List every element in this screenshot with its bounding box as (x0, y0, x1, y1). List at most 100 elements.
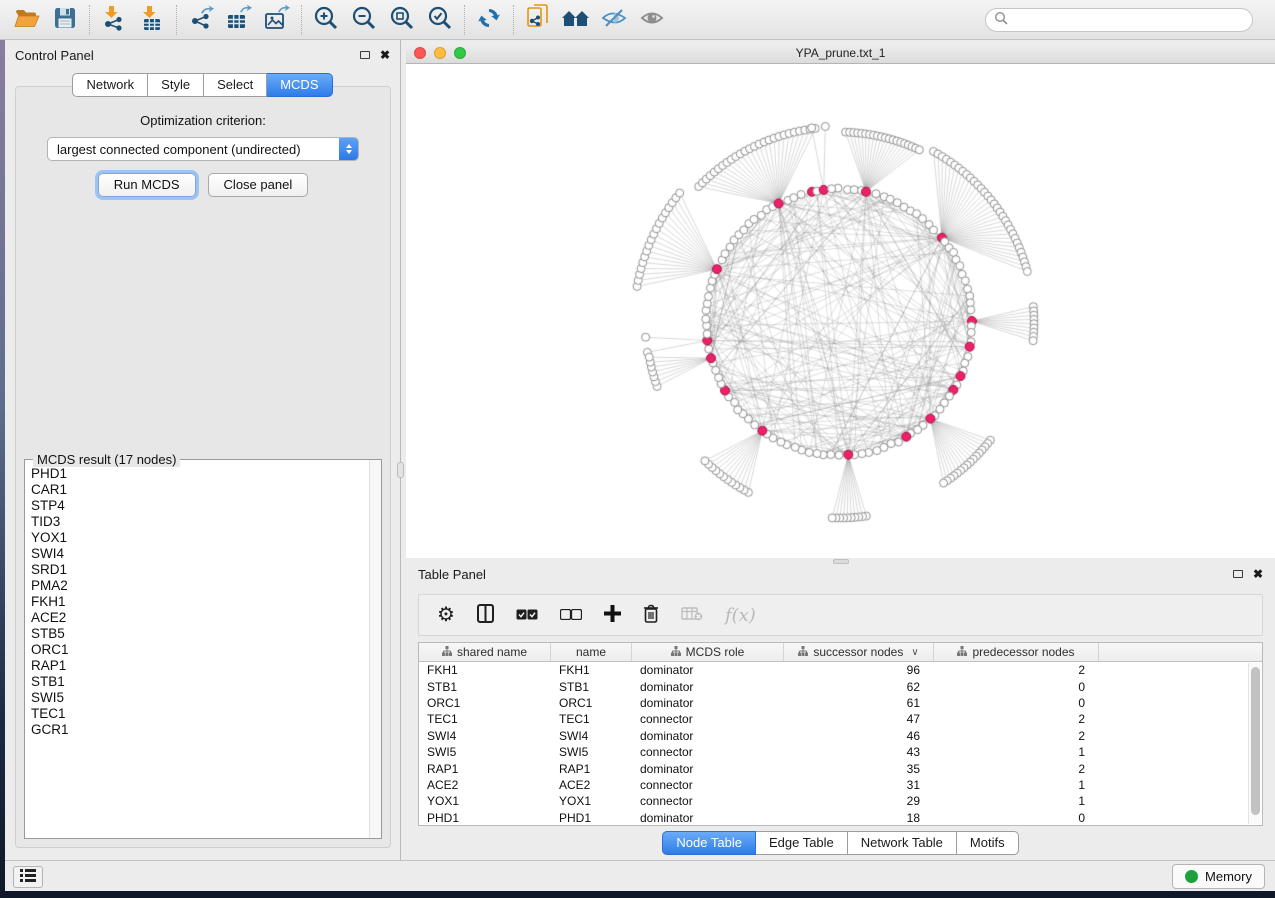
result-node-item[interactable]: PHD1 (31, 466, 369, 482)
network-window-titlebar[interactable]: YPA_prune.txt_1 (406, 42, 1275, 64)
refresh-button[interactable] (470, 2, 508, 38)
select-all-button[interactable] (516, 608, 538, 623)
table-row[interactable]: FKH1FKH1dominator962 (419, 662, 1262, 678)
export-image-button[interactable] (258, 2, 296, 38)
column-header-predecessor_nodes[interactable]: predecessor nodes (934, 643, 1099, 661)
toolbar-separator (301, 5, 302, 35)
result-node-item[interactable]: RAP1 (31, 658, 369, 674)
cell-successor_nodes: 29 (784, 794, 934, 808)
table-row[interactable]: STB1STB1dominator620 (419, 678, 1262, 694)
export-table-button[interactable] (220, 2, 258, 38)
tab-edge-table[interactable]: Edge Table (756, 831, 848, 855)
network-graph-canvas[interactable] (406, 64, 1275, 558)
result-node-item[interactable]: STP4 (31, 498, 369, 514)
result-node-item[interactable]: YOX1 (31, 530, 369, 546)
column-header-successor_nodes[interactable]: successor nodes∨ (784, 643, 934, 661)
import-table-icon (139, 5, 165, 34)
close-panel-icon[interactable]: ✖ (1253, 569, 1263, 579)
network-canvas-area[interactable] (406, 64, 1275, 558)
table-scrollbar[interactable] (1248, 663, 1261, 824)
tab-node-table[interactable]: Node Table (662, 831, 756, 855)
tab-mcds[interactable]: MCDS (267, 73, 332, 97)
cell-shared_name: ORC1 (419, 696, 551, 710)
result-scrollbar[interactable] (369, 460, 381, 838)
column-header-shared_name[interactable]: shared name (419, 643, 551, 661)
tab-select[interactable]: Select (204, 73, 267, 97)
zoom-selected-button[interactable] (421, 2, 459, 38)
float-window-icon[interactable] (360, 51, 370, 59)
cell-name: ACE2 (551, 778, 632, 792)
tab-network[interactable]: Network (72, 73, 148, 97)
tab-motifs[interactable]: Motifs (957, 831, 1019, 855)
result-node-item[interactable]: FKH1 (31, 594, 369, 610)
table-row[interactable]: SWI4SWI4dominator462 (419, 728, 1262, 744)
search-input[interactable] (1008, 10, 1252, 30)
table-row[interactable]: YOX1YOX1connector291 (419, 793, 1262, 809)
delete-column-button[interactable] (643, 604, 659, 626)
zoom-in-button[interactable] (307, 2, 345, 38)
column-header-name[interactable]: name (551, 643, 632, 661)
export-network-button[interactable] (182, 2, 220, 38)
mcds-result-list[interactable]: PHD1CAR1STP4TID3YOX1SWI4SRD1PMA2FKH1ACE2… (25, 466, 369, 838)
cell-name: TEC1 (551, 712, 632, 726)
zoom-fit-button[interactable] (383, 2, 421, 38)
close-panel-button[interactable]: Close panel (208, 173, 309, 197)
hide-details-button[interactable] (595, 2, 633, 38)
close-panel-icon[interactable]: ✖ (380, 50, 390, 60)
run-mcds-button[interactable]: Run MCDS (98, 173, 196, 197)
table-panel-splitter-handle[interactable] (833, 559, 849, 564)
save-session-button[interactable] (46, 2, 84, 38)
column-label: predecessor nodes (972, 645, 1074, 659)
table-settings-button[interactable]: ⚙ (437, 605, 455, 625)
result-node-item[interactable]: SWI5 (31, 690, 369, 706)
result-node-item[interactable]: SWI4 (31, 546, 369, 562)
cell-predecessor_nodes: 1 (934, 745, 1099, 759)
result-node-item[interactable]: SRD1 (31, 562, 369, 578)
show-columns-button[interactable] (477, 604, 494, 626)
network-view-window: YPA_prune.txt_1 (406, 42, 1275, 558)
result-node-item[interactable]: TID3 (31, 514, 369, 530)
table-row[interactable]: PHD1PHD1dominator180 (419, 810, 1262, 826)
status-bar: Memory (5, 860, 1275, 891)
deselect-all-button[interactable] (560, 608, 582, 623)
result-node-item[interactable]: ORC1 (31, 642, 369, 658)
import-table-button[interactable] (133, 2, 171, 38)
table-row[interactable]: SWI5SWI5connector431 (419, 744, 1262, 760)
result-node-item[interactable]: STB1 (31, 674, 369, 690)
add-column-button[interactable] (604, 605, 621, 625)
table-row[interactable]: ORC1ORC1dominator610 (419, 695, 1262, 711)
result-node-item[interactable]: ACE2 (31, 610, 369, 626)
result-node-item[interactable]: TEC1 (31, 706, 369, 722)
cell-name: SWI5 (551, 745, 632, 759)
tab-style[interactable]: Style (148, 73, 204, 97)
table-row[interactable]: RAP1RAP1dominator352 (419, 760, 1262, 776)
tab-network-table[interactable]: Network Table (848, 831, 957, 855)
table-scrollbar-thumb[interactable] (1251, 667, 1260, 815)
cell-mcds_role: connector (632, 712, 784, 726)
memory-button[interactable]: Memory (1172, 864, 1265, 889)
task-history-button[interactable] (13, 866, 43, 888)
column-header-mcds_role[interactable]: MCDS role (632, 643, 784, 661)
import-network-button[interactable] (95, 2, 133, 38)
cell-mcds_role: dominator (632, 696, 784, 710)
zoom-out-icon (351, 5, 377, 34)
show-details-button[interactable] (633, 2, 671, 38)
zoom-out-button[interactable] (345, 2, 383, 38)
result-node-item[interactable]: STB5 (31, 626, 369, 642)
result-node-item[interactable]: PMA2 (31, 578, 369, 594)
open-session-button[interactable] (8, 2, 46, 38)
cell-name: RAP1 (551, 762, 632, 776)
table-row[interactable]: TEC1TEC1connector472 (419, 711, 1262, 727)
float-window-icon[interactable] (1233, 570, 1243, 578)
table-row[interactable]: ACE2ACE2connector311 (419, 777, 1262, 793)
function-builder-button[interactable]: f(x) (725, 605, 756, 626)
export-network-icon (187, 5, 215, 34)
sort-chevron-icon[interactable]: ∨ (911, 647, 918, 658)
result-node-item[interactable]: CAR1 (31, 482, 369, 498)
delete-table-button[interactable] (681, 606, 703, 624)
panel-splitter-handle[interactable] (397, 462, 404, 478)
criterion-dropdown[interactable]: largest connected component (undirected) (47, 137, 359, 161)
home-button[interactable] (557, 2, 595, 38)
result-node-item[interactable]: GCR1 (31, 722, 369, 738)
share-document-button[interactable] (519, 2, 557, 38)
